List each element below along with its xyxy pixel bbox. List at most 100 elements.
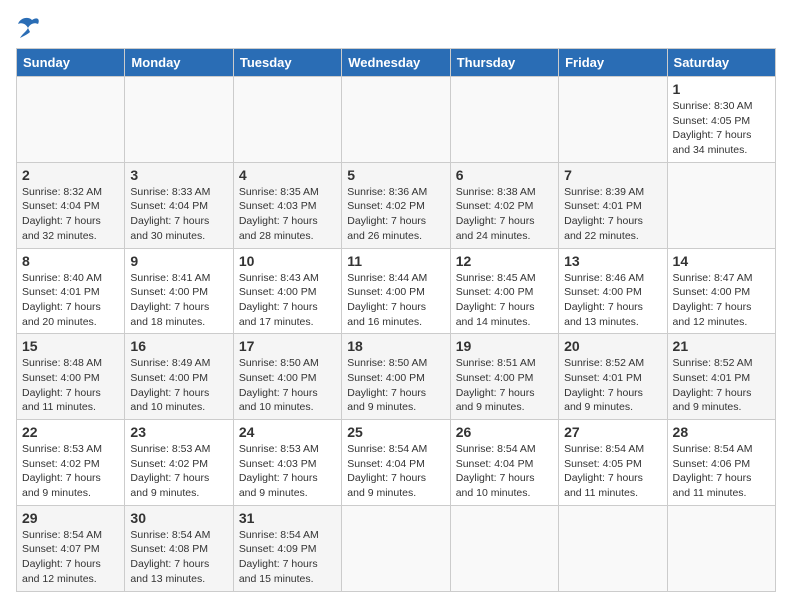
day-info: Sunrise: 8:54 AMSunset: 4:07 PMDaylight:… <box>22 528 119 587</box>
calendar-cell: 10 Sunrise: 8:43 AMSunset: 4:00 PMDayligh… <box>233 248 341 334</box>
day-number: 13 <box>564 253 661 269</box>
calendar-cell: 7Sunrise: 8:39 AMSunset: 4:01 PMDaylight… <box>559 162 667 248</box>
calendar-cell: 22Sunrise: 8:53 AMSunset: 4:02 PMDayligh… <box>17 420 125 506</box>
day-number: 15 <box>22 338 119 354</box>
day-info: Sunrise: 8:36 AMSunset: 4:02 PMDaylight:… <box>347 185 444 244</box>
calendar-cell: 14 Sunrise: 8:47 AMSunset: 4:00 PMDayligh… <box>667 248 775 334</box>
calendar-day-header: Saturday <box>667 49 775 77</box>
day-info: Sunrise: 8:47 AMSunset: 4:00 PMDaylight:… <box>673 271 770 330</box>
day-number: 14 <box>673 253 770 269</box>
calendar-cell: 12 Sunrise: 8:45 AMSunset: 4:00 PMDayligh… <box>450 248 558 334</box>
calendar-cell: 15Sunrise: 8:48 AMSunset: 4:00 PMDayligh… <box>17 334 125 420</box>
calendar-cell: 5 Sunrise: 8:36 AMSunset: 4:02 PMDaylight… <box>342 162 450 248</box>
day-info: Sunrise: 8:43 AMSunset: 4:00 PMDaylight:… <box>239 271 336 330</box>
calendar-cell <box>233 77 341 163</box>
day-number: 6 <box>456 167 553 183</box>
calendar-cell <box>125 77 233 163</box>
day-number: 9 <box>130 253 227 269</box>
day-number: 11 <box>347 253 444 269</box>
day-info: Sunrise: 8:44 AMSunset: 4:00 PMDaylight:… <box>347 271 444 330</box>
day-info: Sunrise: 8:52 AMSunset: 4:01 PMDaylight:… <box>673 356 770 415</box>
day-number: 30 <box>130 510 227 526</box>
logo-bird-icon <box>18 16 46 38</box>
day-number: 8 <box>22 253 119 269</box>
calendar-day-header: Friday <box>559 49 667 77</box>
day-number: 28 <box>673 424 770 440</box>
calendar-cell <box>17 77 125 163</box>
calendar-cell: 8 Sunrise: 8:40 AMSunset: 4:01 PMDaylight… <box>17 248 125 334</box>
calendar-day-header: Tuesday <box>233 49 341 77</box>
calendar-cell: 26 Sunrise: 8:54 AMSunset: 4:04 PMDayligh… <box>450 420 558 506</box>
day-info: Sunrise: 8:53 AMSunset: 4:02 PMDaylight:… <box>22 442 119 501</box>
calendar-week-row: 29Sunrise: 8:54 AMSunset: 4:07 PMDayligh… <box>17 505 776 591</box>
day-number: 1 <box>673 81 770 97</box>
calendar-cell: 6Sunrise: 8:38 AMSunset: 4:02 PMDaylight… <box>450 162 558 248</box>
day-info: Sunrise: 8:40 AMSunset: 4:01 PMDaylight:… <box>22 271 119 330</box>
day-number: 23 <box>130 424 227 440</box>
calendar-week-row: 2Sunrise: 8:32 AMSunset: 4:04 PMDaylight… <box>17 162 776 248</box>
day-info: Sunrise: 8:50 AMSunset: 4:00 PMDaylight:… <box>347 356 444 415</box>
day-number: 4 <box>239 167 336 183</box>
day-number: 31 <box>239 510 336 526</box>
day-number: 2 <box>22 167 119 183</box>
day-number: 21 <box>673 338 770 354</box>
day-info: Sunrise: 8:46 AMSunset: 4:00 PMDaylight:… <box>564 271 661 330</box>
calendar-table: SundayMondayTuesdayWednesdayThursdayFrid… <box>16 48 776 592</box>
calendar-cell: 29Sunrise: 8:54 AMSunset: 4:07 PMDayligh… <box>17 505 125 591</box>
day-info: Sunrise: 8:54 AMSunset: 4:04 PMDaylight:… <box>456 442 553 501</box>
calendar-cell: 27Sunrise: 8:54 AMSunset: 4:05 PMDayligh… <box>559 420 667 506</box>
day-number: 3 <box>130 167 227 183</box>
day-info: Sunrise: 8:53 AMSunset: 4:02 PMDaylight:… <box>130 442 227 501</box>
logo <box>16 16 46 38</box>
day-info: Sunrise: 8:53 AMSunset: 4:03 PMDaylight:… <box>239 442 336 501</box>
calendar-cell <box>559 77 667 163</box>
calendar-cell: 2Sunrise: 8:32 AMSunset: 4:04 PMDaylight… <box>17 162 125 248</box>
day-number: 25 <box>347 424 444 440</box>
calendar-cell: 20 Sunrise: 8:52 AMSunset: 4:01 PMDayligh… <box>559 334 667 420</box>
calendar-cell: 16Sunrise: 8:49 AMSunset: 4:00 PMDayligh… <box>125 334 233 420</box>
calendar-cell: 17Sunrise: 8:50 AMSunset: 4:00 PMDayligh… <box>233 334 341 420</box>
day-info: Sunrise: 8:54 AMSunset: 4:06 PMDaylight:… <box>673 442 770 501</box>
calendar-cell: 9 Sunrise: 8:41 AMSunset: 4:00 PMDaylight… <box>125 248 233 334</box>
calendar-cell: 21 Sunrise: 8:52 AMSunset: 4:01 PMDayligh… <box>667 334 775 420</box>
calendar-day-header: Thursday <box>450 49 558 77</box>
calendar-week-row: 8 Sunrise: 8:40 AMSunset: 4:01 PMDaylight… <box>17 248 776 334</box>
calendar-day-header: Monday <box>125 49 233 77</box>
day-info: Sunrise: 8:41 AMSunset: 4:00 PMDaylight:… <box>130 271 227 330</box>
calendar-cell: 30Sunrise: 8:54 AMSunset: 4:08 PMDayligh… <box>125 505 233 591</box>
calendar-cell <box>667 162 775 248</box>
day-info: Sunrise: 8:49 AMSunset: 4:00 PMDaylight:… <box>130 356 227 415</box>
calendar-cell: 18 Sunrise: 8:50 AMSunset: 4:00 PMDayligh… <box>342 334 450 420</box>
day-info: Sunrise: 8:52 AMSunset: 4:01 PMDaylight:… <box>564 356 661 415</box>
day-number: 20 <box>564 338 661 354</box>
calendar-cell: 31Sunrise: 8:54 AMSunset: 4:09 PMDayligh… <box>233 505 341 591</box>
day-info: Sunrise: 8:54 AMSunset: 4:04 PMDaylight:… <box>347 442 444 501</box>
calendar-cell: 25 Sunrise: 8:54 AMSunset: 4:04 PMDayligh… <box>342 420 450 506</box>
day-number: 12 <box>456 253 553 269</box>
calendar-cell: 28 Sunrise: 8:54 AMSunset: 4:06 PMDayligh… <box>667 420 775 506</box>
day-number: 26 <box>456 424 553 440</box>
calendar-day-header: Wednesday <box>342 49 450 77</box>
calendar-cell: 19 Sunrise: 8:51 AMSunset: 4:00 PMDayligh… <box>450 334 558 420</box>
calendar-cell <box>559 505 667 591</box>
calendar-cell <box>450 77 558 163</box>
day-number: 5 <box>347 167 444 183</box>
day-number: 18 <box>347 338 444 354</box>
calendar-cell: 1Sunrise: 8:30 AMSunset: 4:05 PMDaylight… <box>667 77 775 163</box>
calendar-cell: 3Sunrise: 8:33 AMSunset: 4:04 PMDaylight… <box>125 162 233 248</box>
calendar-cell: 23 Sunrise: 8:53 AMSunset: 4:02 PMDayligh… <box>125 420 233 506</box>
calendar-cell <box>342 77 450 163</box>
day-info: Sunrise: 8:51 AMSunset: 4:00 PMDaylight:… <box>456 356 553 415</box>
day-number: 7 <box>564 167 661 183</box>
calendar-week-row: 15Sunrise: 8:48 AMSunset: 4:00 PMDayligh… <box>17 334 776 420</box>
day-number: 19 <box>456 338 553 354</box>
day-info: Sunrise: 8:50 AMSunset: 4:00 PMDaylight:… <box>239 356 336 415</box>
day-number: 10 <box>239 253 336 269</box>
calendar-day-header: Sunday <box>17 49 125 77</box>
calendar-week-row: 1Sunrise: 8:30 AMSunset: 4:05 PMDaylight… <box>17 77 776 163</box>
calendar-cell <box>667 505 775 591</box>
day-info: Sunrise: 8:45 AMSunset: 4:00 PMDaylight:… <box>456 271 553 330</box>
day-info: Sunrise: 8:35 AMSunset: 4:03 PMDaylight:… <box>239 185 336 244</box>
day-info: Sunrise: 8:54 AMSunset: 4:05 PMDaylight:… <box>564 442 661 501</box>
calendar-cell: 24Sunrise: 8:53 AMSunset: 4:03 PMDayligh… <box>233 420 341 506</box>
